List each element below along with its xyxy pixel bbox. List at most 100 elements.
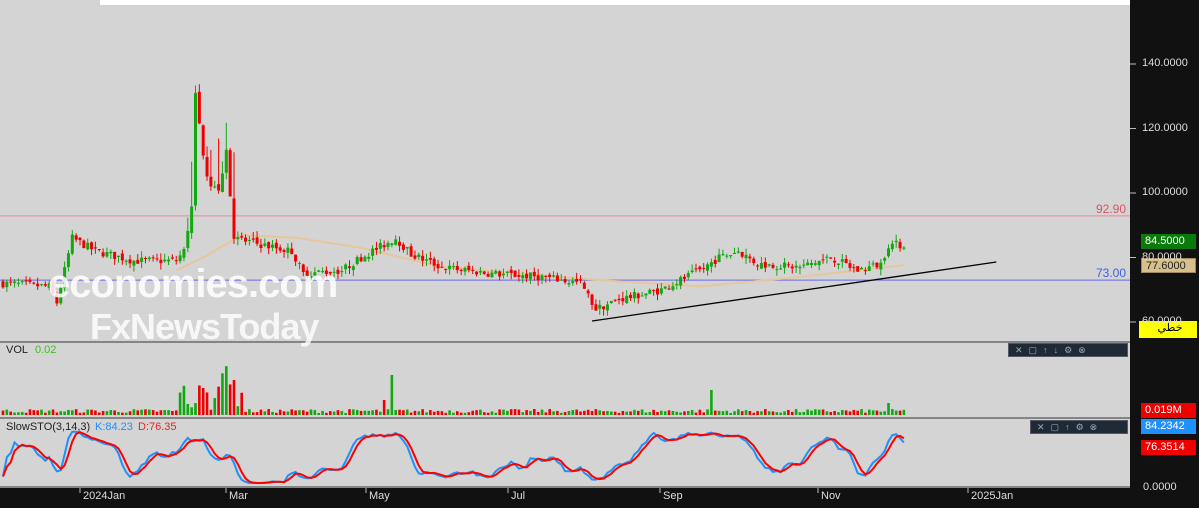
- candle-body: [629, 294, 633, 299]
- volume-bar: [490, 411, 494, 415]
- volume-bar: [671, 410, 675, 415]
- price-tick-label: 80.0000: [1142, 250, 1182, 263]
- candle-body: [282, 250, 286, 252]
- volume-axis-tag: 0.019M: [1141, 403, 1196, 418]
- candle-body: [9, 281, 13, 283]
- candle-body: [170, 257, 174, 259]
- volume-bar: [875, 410, 879, 415]
- watermark-text-2: FxNewsToday: [90, 306, 319, 347]
- close-circle-icon[interactable]: ⊗: [1090, 422, 1098, 433]
- volume-bar: [563, 412, 567, 415]
- volume-bar: [190, 407, 193, 415]
- volume-bar: [833, 411, 836, 415]
- candle-body: [382, 245, 386, 248]
- close-icon[interactable]: ✕: [1015, 345, 1023, 356]
- volume-bar: [55, 412, 59, 415]
- candle-body: [871, 263, 875, 265]
- volume-bar: [67, 409, 70, 415]
- volume-bar: [529, 410, 532, 415]
- close-icon[interactable]: ✕: [1037, 422, 1045, 433]
- candle-body: [378, 243, 382, 249]
- candle-body: [40, 284, 43, 286]
- volume-bar: [328, 411, 332, 415]
- candle-body: [563, 278, 567, 283]
- volume-bar: [617, 412, 621, 415]
- stoch-panel-toolbar[interactable]: ✕ ▢ ↑ ⚙ ⊗: [1030, 420, 1128, 434]
- volume-bar: [282, 411, 286, 415]
- volume-bar: [814, 409, 817, 415]
- candle-body: [240, 236, 244, 238]
- volume-bar: [475, 410, 478, 415]
- candle-body: [20, 281, 24, 283]
- volume-bar: [432, 411, 436, 415]
- candle-body: [78, 237, 82, 241]
- volume-bar: [764, 409, 767, 415]
- volume-bar: [498, 409, 501, 415]
- candle-body: [813, 263, 817, 265]
- volume-bar: [590, 411, 594, 415]
- candle-body: [482, 271, 486, 274]
- stoch-zero-tick: 0.0000: [1143, 481, 1177, 493]
- candle-body: [659, 288, 663, 294]
- close-circle-icon[interactable]: ⊗: [1078, 345, 1086, 356]
- candle-body: [682, 276, 686, 279]
- volume-bar: [556, 411, 559, 415]
- up-icon[interactable]: ↑: [1043, 345, 1048, 355]
- settings-icon[interactable]: ⚙: [1076, 422, 1084, 433]
- volume-bar: [251, 412, 255, 415]
- volume-bar: [263, 411, 267, 415]
- volume-bar: [394, 410, 397, 415]
- volume-bar: [386, 409, 390, 415]
- last-price-tag: 84.5000: [1141, 234, 1196, 249]
- volume-bar: [821, 409, 825, 415]
- candle-body: [271, 244, 274, 248]
- candle-body: [432, 258, 436, 266]
- volume-bar: [367, 410, 371, 415]
- volume-bar: [267, 409, 270, 415]
- window-icon[interactable]: ▢: [1051, 422, 1060, 433]
- candle-body: [517, 275, 521, 277]
- volume-bar: [144, 409, 147, 415]
- candle-body: [632, 291, 636, 299]
- candle-body: [817, 260, 821, 266]
- chart-canvas[interactable]: [0, 0, 1199, 508]
- down-icon[interactable]: ↓: [1054, 345, 1059, 355]
- window-icon[interactable]: ▢: [1029, 345, 1038, 356]
- candle-body: [656, 288, 659, 295]
- volume-bar: [71, 410, 74, 415]
- candle-body: [351, 266, 355, 271]
- candle-body: [228, 150, 232, 197]
- candle-body: [875, 262, 879, 268]
- volume-bar: [97, 412, 101, 415]
- candle-body: [394, 239, 398, 245]
- volume-bar: [517, 409, 521, 415]
- volume-bar: [163, 409, 166, 415]
- volume-bar: [513, 409, 517, 415]
- candle-body: [505, 271, 509, 273]
- volume-bar: [20, 412, 24, 415]
- volume-bar: [610, 411, 613, 415]
- up-icon[interactable]: ↑: [1065, 422, 1070, 432]
- volume-panel-toolbar[interactable]: ✕ ▢ ↑ ↓ ⚙ ⊗: [1008, 343, 1128, 357]
- candle-body: [290, 248, 294, 255]
- time-tick-label: Nov: [821, 490, 841, 502]
- candle-body: [848, 263, 852, 268]
- candle-body: [679, 277, 683, 286]
- volume-bar: [448, 410, 451, 415]
- settings-icon[interactable]: ⚙: [1064, 345, 1072, 356]
- candle-body: [190, 206, 194, 233]
- candle-body: [571, 280, 575, 284]
- candle-body: [386, 243, 390, 248]
- candle-body: [471, 269, 475, 271]
- volume-bar: [829, 411, 833, 415]
- candle-body: [440, 266, 444, 268]
- volume-bar: [459, 412, 463, 415]
- volume-bar: [879, 411, 883, 415]
- candle-body: [436, 264, 440, 269]
- candle-body: [617, 298, 621, 301]
- volume-bar: [421, 409, 424, 415]
- candle-body: [829, 257, 833, 259]
- volume-bar: [28, 409, 32, 415]
- volume-bar: [452, 412, 455, 415]
- candle-body: [371, 248, 375, 256]
